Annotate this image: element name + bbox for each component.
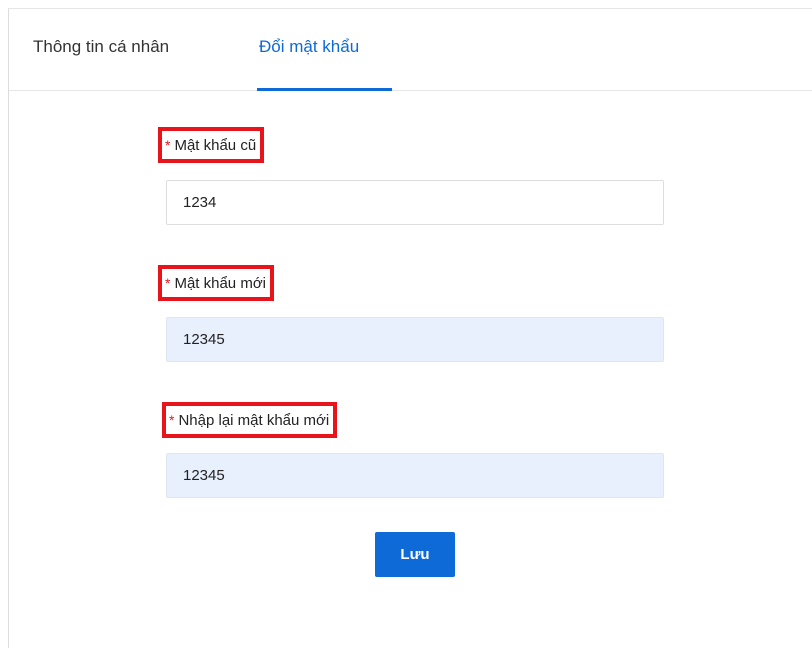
tab-personal-info[interactable]: Thông tin cá nhân <box>33 35 169 59</box>
confirm-password-label: * Nhập lại mật khẩu mới <box>162 402 338 438</box>
tab-change-password[interactable]: Đổi mật khẩu <box>259 35 359 59</box>
save-button[interactable]: Lưu <box>375 532 455 577</box>
old-password-label-text: Mật khẩu cũ <box>174 137 257 154</box>
required-marker: * <box>165 137 171 153</box>
confirm-password-input[interactable] <box>166 453 664 498</box>
old-password-input[interactable] <box>166 180 664 225</box>
new-password-label-text: Mật khẩu mới <box>174 275 266 292</box>
change-password-panel: Thông tin cá nhân Đổi mật khẩu * Mật khẩu… <box>8 8 812 648</box>
confirm-password-label-text: Nhập lại mật khẩu mới <box>178 412 330 429</box>
new-password-label: * Mật khẩu mới <box>158 265 274 301</box>
required-marker: * <box>169 412 175 428</box>
old-password-label: * Mật khẩu cũ <box>158 127 265 163</box>
active-tab-indicator <box>257 88 392 91</box>
tab-bar: Thông tin cá nhân Đổi mật khẩu <box>9 9 812 91</box>
new-password-input[interactable] <box>166 317 664 362</box>
required-marker: * <box>165 275 171 291</box>
